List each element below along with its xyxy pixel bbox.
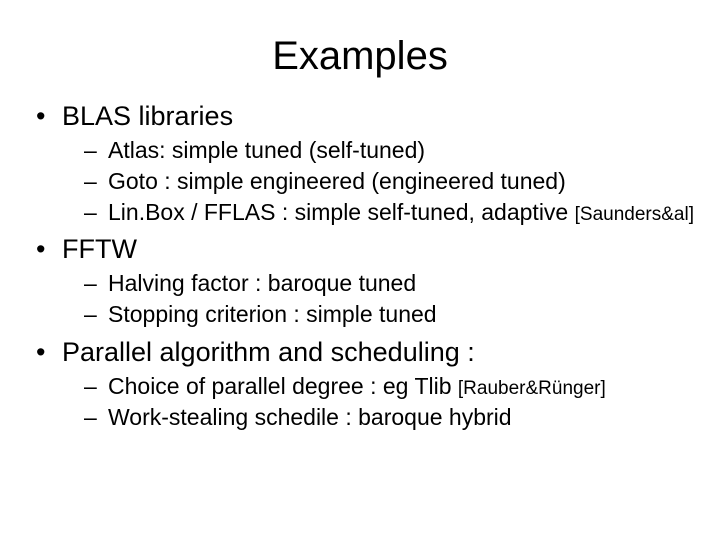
list-item: Lin.Box / FFLAS : simple self-tuned, ada… xyxy=(84,198,700,227)
slide: Examples BLAS libraries Atlas: simple tu… xyxy=(0,0,720,540)
sub-list: Choice of parallel degree : eg Tlib [Rau… xyxy=(62,372,700,432)
list-item: Stopping criterion : simple tuned xyxy=(84,300,700,329)
list-item: Goto : simple engineered (engineered tun… xyxy=(84,167,700,196)
sub-list: Halving factor : baroque tuned Stopping … xyxy=(62,269,700,329)
list-item: Halving factor : baroque tuned xyxy=(84,269,700,298)
item-text: Stopping criterion : simple tuned xyxy=(108,301,437,327)
list-item: Choice of parallel degree : eg Tlib [Rau… xyxy=(84,372,700,401)
bullet-list: BLAS libraries Atlas: simple tuned (self… xyxy=(36,101,700,431)
item-cite: [Saunders&al] xyxy=(575,204,694,225)
item-text: Goto : simple engineered (engineered tun… xyxy=(108,168,566,194)
item-text: Atlas: simple tuned (self-tuned) xyxy=(108,137,425,163)
list-item: Work-stealing schedile : baroque hybrid xyxy=(84,403,700,432)
item-text: Lin.Box / FFLAS : simple self-tuned, ada… xyxy=(108,199,575,225)
item-text: Halving factor : baroque tuned xyxy=(108,270,416,296)
section-parallel: Parallel algorithm and scheduling : Choi… xyxy=(36,337,700,432)
section-heading: Parallel algorithm and scheduling : xyxy=(62,337,475,367)
sub-list: Atlas: simple tuned (self-tuned) Goto : … xyxy=(62,136,700,226)
slide-title: Examples xyxy=(0,0,720,93)
section-blas: BLAS libraries Atlas: simple tuned (self… xyxy=(36,101,700,226)
section-fftw: FFTW Halving factor : baroque tuned Stop… xyxy=(36,234,700,329)
section-heading: BLAS libraries xyxy=(62,101,233,131)
list-item: Atlas: simple tuned (self-tuned) xyxy=(84,136,700,165)
item-cite: [Rauber&Rünger] xyxy=(458,378,606,399)
slide-content: BLAS libraries Atlas: simple tuned (self… xyxy=(0,101,720,431)
item-text: Work-stealing schedile : baroque hybrid xyxy=(108,404,512,430)
section-heading: FFTW xyxy=(62,234,137,264)
item-text: Choice of parallel degree : eg Tlib xyxy=(108,373,458,399)
